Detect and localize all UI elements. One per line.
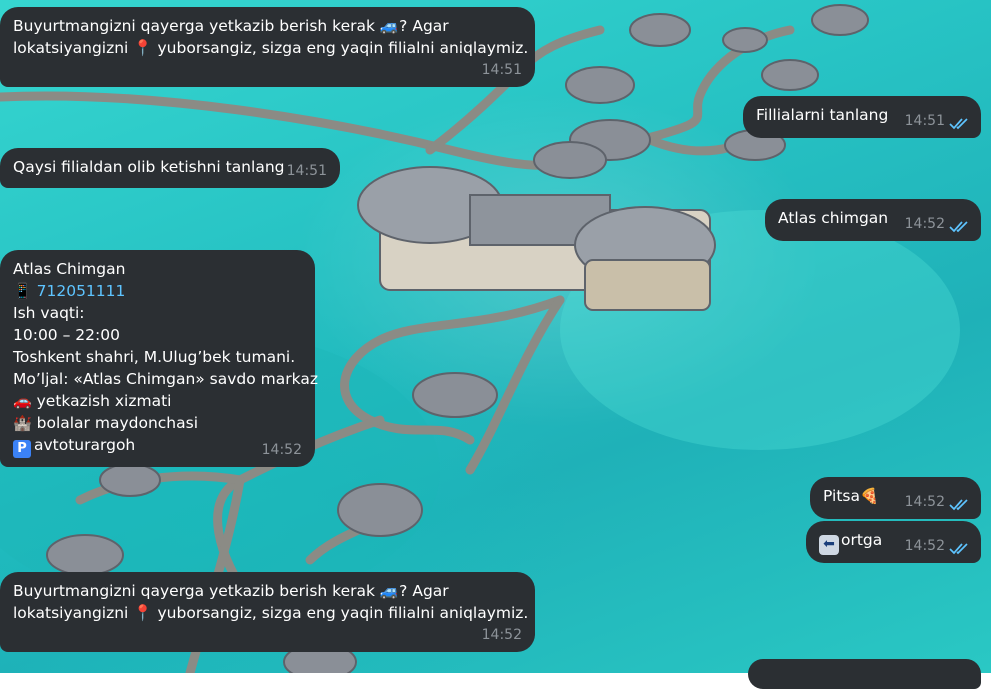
message-outgoing-branches: Fillialarni tanlang 14:51 xyxy=(743,96,981,138)
feature-playground: 🏰 bolalar maydonchasi xyxy=(13,412,302,434)
message-time: 14:51 xyxy=(481,62,522,78)
branch-phone-row: 📱 712051111 xyxy=(13,280,302,302)
double-check-icon xyxy=(949,118,968,130)
message-incoming-choose-branch: Qaysi filialdan olib ketishni tanlang 14… xyxy=(0,148,340,188)
message-time: 14:51 xyxy=(904,113,945,129)
message-text-row: ⬅ ortga xyxy=(819,529,968,555)
message-text-line: Buyurtmangizni qayerga yetkazib berish k… xyxy=(13,582,449,600)
message-outgoing-partial xyxy=(748,659,981,689)
message-incoming-delivery-prompt-repeat: Buyurtmangizni qayerga yetkazib berish k… xyxy=(0,572,535,652)
message-incoming-delivery-prompt: Buyurtmangizni qayerga yetkazib berish k… xyxy=(0,7,535,87)
car-icon: 🚗 xyxy=(13,392,32,410)
castle-icon: 🏰 xyxy=(13,414,32,432)
message-text: Qaysi filialdan olib ketishni tanlang xyxy=(13,158,285,176)
feature-text: avtoturargoh xyxy=(34,436,136,454)
message-time: 14:52 xyxy=(481,627,522,643)
message-time: 14:52 xyxy=(904,538,945,554)
mobile-phone-icon: 📱 xyxy=(13,282,32,300)
feature-text: bolalar maydonchasi xyxy=(36,414,198,432)
message-time: 14:52 xyxy=(904,494,945,510)
double-check-icon xyxy=(949,543,968,555)
feature-delivery: 🚗 yetkazish xizmati xyxy=(13,390,302,412)
message-text: ortga xyxy=(841,531,883,549)
feature-text: yetkazish xizmati xyxy=(36,392,172,410)
message-time: 14:52 xyxy=(904,216,945,232)
hours-value: 10:00 – 22:00 xyxy=(13,326,120,344)
branch-title: Atlas Chimgan xyxy=(13,260,126,278)
message-text-line: lokatsiyangizni 📍 yuborsangiz, sizga eng… xyxy=(13,39,529,57)
message-outgoing-pizza: Pitsa🍕 14:52 xyxy=(810,477,981,519)
double-check-icon xyxy=(949,221,968,233)
message-outgoing-atlas: Atlas chimgan 14:52 xyxy=(765,199,981,241)
branch-landmark: Mo’ljal: «Atlas Chimgan» savdo markaz xyxy=(13,370,318,388)
double-check-icon xyxy=(949,499,968,511)
feature-parking: Pavtoturargoh xyxy=(13,434,302,458)
message-text-line: Buyurtmangizni qayerga yetkazib berish k… xyxy=(13,17,449,35)
hours-label: Ish vaqti: xyxy=(13,304,85,322)
message-time: 14:52 xyxy=(261,442,302,458)
message-incoming-branch-info: Atlas Chimgan 📱 712051111 Ish vaqti: 10:… xyxy=(0,250,318,467)
pizza-icon: 🍕 xyxy=(859,487,879,505)
phone-link[interactable]: 712051111 xyxy=(37,282,126,300)
parking-icon: P xyxy=(13,440,31,458)
message-text-row: Pitsa🍕 xyxy=(823,485,968,507)
message-text-line: lokatsiyangizni 📍 yuborsangiz, sizga eng… xyxy=(13,604,529,622)
branch-address: Toshkent shahri, M.Ulug’bek tumani. xyxy=(13,348,296,366)
message-text: Pitsa xyxy=(823,487,860,505)
back-arrow-icon: ⬅ xyxy=(819,535,839,555)
message-outgoing-back: ⬅ ortga 14:52 xyxy=(806,521,981,563)
message-time: 14:51 xyxy=(286,163,327,179)
